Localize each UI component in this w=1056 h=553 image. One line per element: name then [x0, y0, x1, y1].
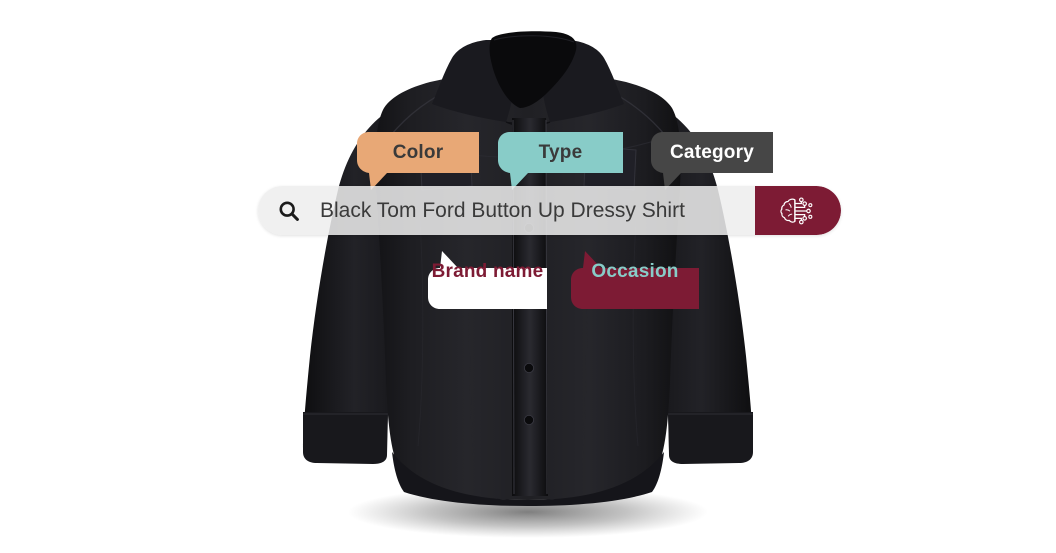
tag-category-label: Category: [670, 141, 754, 163]
shirt-button: [524, 362, 535, 373]
tag-type[interactable]: Type: [498, 132, 623, 190]
tag-type-label: Type: [538, 141, 583, 163]
search-icon[interactable]: [258, 186, 320, 235]
screenshot-root: Color Type Category Black Tom Ford Butto…: [0, 0, 1056, 553]
search-input[interactable]: [320, 186, 755, 235]
shirt-left-cuff: [303, 412, 388, 464]
tag-brand-name[interactable]: Brand name: [428, 251, 547, 309]
ai-brain-circuit-icon: [780, 197, 813, 224]
tag-brand-name-label: Brand name: [431, 260, 544, 282]
shirt-button: [524, 414, 535, 425]
tag-category[interactable]: Category: [651, 132, 773, 190]
search-bar[interactable]: [258, 186, 841, 235]
tag-color[interactable]: Color: [357, 132, 479, 190]
ai-search-button[interactable]: [755, 186, 841, 235]
shirt-right-cuff: [668, 412, 753, 464]
tag-color-label: Color: [392, 141, 444, 163]
tag-occasion-label: Occasion: [591, 260, 679, 282]
tag-occasion[interactable]: Occasion: [571, 251, 699, 309]
